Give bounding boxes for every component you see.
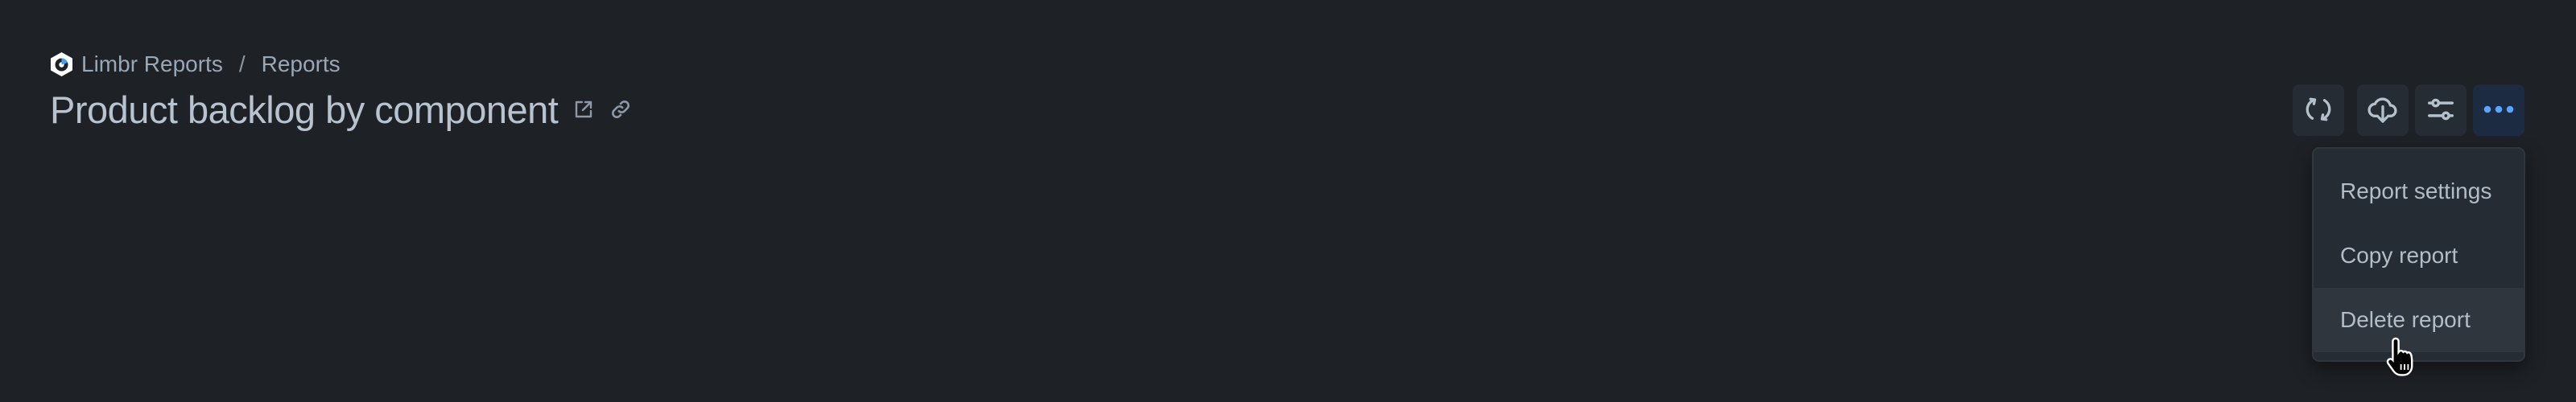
sliders-icon [2425, 94, 2456, 127]
page: Limbr Reports / Reports Product backlog … [0, 0, 2576, 402]
breadcrumb-item-reports[interactable]: Reports [262, 51, 341, 77]
more-options-button[interactable] [2473, 84, 2524, 136]
title-row: Product backlog by component [50, 84, 632, 135]
link-icon[interactable] [609, 98, 632, 121]
breadcrumb: Limbr Reports / Reports [50, 51, 341, 78]
menu-item-delete-report[interactable]: Delete report [2314, 288, 2524, 352]
cloud-download-icon [2367, 93, 2399, 128]
limbr-logo-icon[interactable] [50, 52, 73, 76]
filters-button[interactable] [2415, 84, 2467, 136]
breadcrumb-separator: / [238, 51, 246, 76]
breadcrumb-item-limbr-reports[interactable]: Limbr Reports [81, 51, 223, 77]
refresh-button[interactable] [2293, 84, 2344, 136]
more-horizontal-icon [2483, 105, 2515, 117]
external-link-icon[interactable] [572, 98, 595, 121]
refresh-icon [2304, 95, 2333, 126]
more-options-menu: Report settings Copy report Delete repor… [2312, 147, 2525, 362]
menu-item-copy-report[interactable]: Copy report [2314, 224, 2524, 288]
page-title: Product backlog by component [50, 88, 559, 131]
download-button[interactable] [2357, 84, 2409, 136]
menu-item-report-settings[interactable]: Report settings [2314, 159, 2524, 224]
